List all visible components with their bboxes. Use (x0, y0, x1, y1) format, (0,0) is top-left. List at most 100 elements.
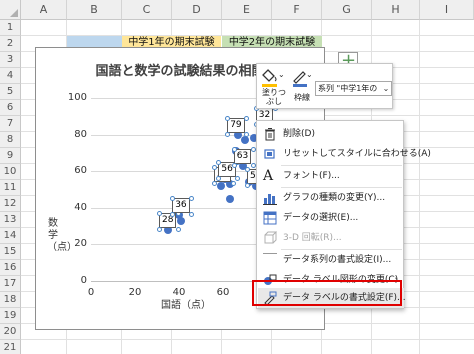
paint-bucket-icon: ⌄ (262, 69, 285, 82)
menu-item-label: グラフの種類の変更(Y)... (283, 193, 386, 203)
data-point[interactable] (216, 181, 225, 190)
column-header[interactable]: H (372, 0, 420, 20)
column-header[interactable]: E (222, 0, 272, 20)
selection-handle[interactable] (231, 181, 236, 186)
y-tick-label: 100 (67, 92, 87, 103)
y-tick-label: 0 (80, 275, 87, 286)
row-header[interactable]: 19 (0, 308, 21, 324)
reset-style-icon (264, 149, 275, 159)
selection-handle[interactable] (225, 131, 231, 137)
highlight-box (252, 280, 402, 306)
x-tick-label: 60 (216, 287, 230, 298)
menu-item-delete[interactable]: 削除(D) (258, 124, 404, 144)
row-header[interactable]: 12 (0, 196, 21, 212)
row-gridline (21, 339, 474, 340)
menu-item-format-series[interactable]: データ系列の書式設定(I)... (258, 250, 404, 270)
x-tick-label: 40 (172, 287, 186, 298)
row-header[interactable]: 17 (0, 276, 21, 292)
y-tick-label: 20 (74, 238, 87, 250)
selection-handle[interactable] (216, 175, 222, 181)
menu-item-label: 削除(D) (283, 129, 315, 139)
select-data-icon (263, 211, 277, 225)
select-all-triangle-icon (10, 9, 18, 17)
row-header[interactable]: 15 (0, 244, 21, 260)
mini-toolbar: ⌄ 塗りつ ぶし ⌄ 枠線 系列 "中学1年の ⌄ (256, 63, 393, 109)
x-tick-label: 0 (87, 287, 95, 298)
row-header[interactable]: 9 (0, 148, 21, 164)
selection-handle[interactable] (157, 226, 162, 232)
selection-handle[interactable] (225, 115, 231, 121)
rotate-3d-icon (264, 231, 277, 244)
selection-handle[interactable] (216, 159, 222, 165)
column-header[interactable]: G (322, 0, 372, 20)
menu-item-font[interactable]: A フォント(F)... (258, 166, 404, 186)
row-header[interactable]: 21 (0, 340, 21, 354)
column-header[interactable]: D (172, 0, 222, 20)
column-header[interactable]: B (67, 0, 122, 20)
menu-item-label: データ系列の書式設定(I)... (283, 255, 392, 265)
data-point[interactable] (177, 216, 186, 225)
selection-handle[interactable] (245, 166, 250, 172)
data-label[interactable]: 36 (172, 198, 190, 214)
fill-button[interactable]: ⌄ 塗りつ ぶし (259, 66, 289, 108)
row-header[interactable]: 7 (0, 116, 21, 132)
outline-color-bar (293, 84, 307, 87)
row-header[interactable]: 4 (0, 68, 21, 84)
outline-button[interactable]: ⌄ 枠線 (290, 66, 314, 108)
column-header[interactable]: A (21, 0, 67, 20)
data-point[interactable] (241, 136, 249, 145)
y-tick-label: 60 (74, 165, 87, 177)
x-tick-label: 20 (128, 287, 142, 298)
row-header[interactable]: 14 (0, 228, 21, 244)
row-header[interactable]: 20 (0, 324, 21, 340)
svg-text:⌄: ⌄ (306, 70, 313, 79)
row-header[interactable]: 2 (0, 36, 21, 52)
pen-icon: ⌄ (293, 70, 313, 84)
row-header[interactable]: 11 (0, 180, 21, 196)
delete-icon (265, 128, 275, 141)
menu-item-reset-style[interactable]: リセットしてスタイルに合わせる(A) (258, 144, 431, 164)
selection-handle[interactable] (176, 226, 181, 232)
selection-handle[interactable] (157, 210, 162, 216)
menu-item-label: 3-D 回転(R)... (283, 233, 342, 243)
series-select-value: 系列 "中学1年の (318, 84, 378, 93)
row-header[interactable]: 10 (0, 164, 21, 180)
selection-handle[interactable] (244, 131, 250, 137)
column-header[interactable]: I (420, 0, 474, 20)
row-header[interactable]: 13 (0, 212, 21, 228)
column-header[interactable]: C (122, 0, 172, 20)
chart-type-icon (263, 194, 277, 205)
row-header[interactable]: 5 (0, 84, 21, 100)
outline-label: 枠線 (294, 93, 310, 102)
row-header[interactable]: 16 (0, 260, 21, 276)
selection-handle[interactable] (235, 175, 241, 181)
chevron-down-icon: ⌄ (381, 82, 391, 95)
row-header[interactable]: 6 (0, 100, 21, 116)
column-header[interactable]: F (272, 0, 322, 20)
selection-handle[interactable] (189, 212, 195, 218)
selection-handle[interactable] (231, 162, 237, 168)
fill-color-bar (262, 84, 277, 87)
menu-item-3d-rotation: 3-D 回転(R)... (258, 228, 404, 248)
selection-handle[interactable] (231, 146, 237, 152)
menu-item-label: データの選択(E)... (283, 213, 359, 223)
menu-item-label: リセットしてスタイルに合わせる(A) (283, 149, 431, 159)
selection-handle[interactable] (245, 182, 250, 188)
data-point[interactable] (225, 194, 234, 203)
y-tick-label: 80 (74, 128, 87, 140)
selection-handle[interactable] (212, 165, 217, 170)
row-header[interactable]: 1 (0, 20, 21, 36)
selection-handle[interactable] (244, 115, 250, 121)
data-label[interactable]: 79 (227, 117, 245, 133)
menu-item-label: フォント(F)... (283, 171, 340, 181)
menu-item-change-chart-type[interactable]: グラフの種類の変更(Y)... (258, 188, 404, 208)
selection-handle[interactable] (212, 181, 217, 186)
select-all-corner[interactable] (0, 0, 21, 20)
selection-handle[interactable] (189, 196, 195, 202)
row-header[interactable]: 8 (0, 132, 21, 148)
series-select[interactable]: 系列 "中学1年の ⌄ (315, 81, 392, 96)
y-axis-label[interactable]: 数学（点） (47, 218, 77, 254)
row-header[interactable]: 3 (0, 52, 21, 68)
row-header[interactable]: 18 (0, 292, 21, 308)
menu-item-select-data[interactable]: データの選択(E)... (258, 208, 404, 228)
